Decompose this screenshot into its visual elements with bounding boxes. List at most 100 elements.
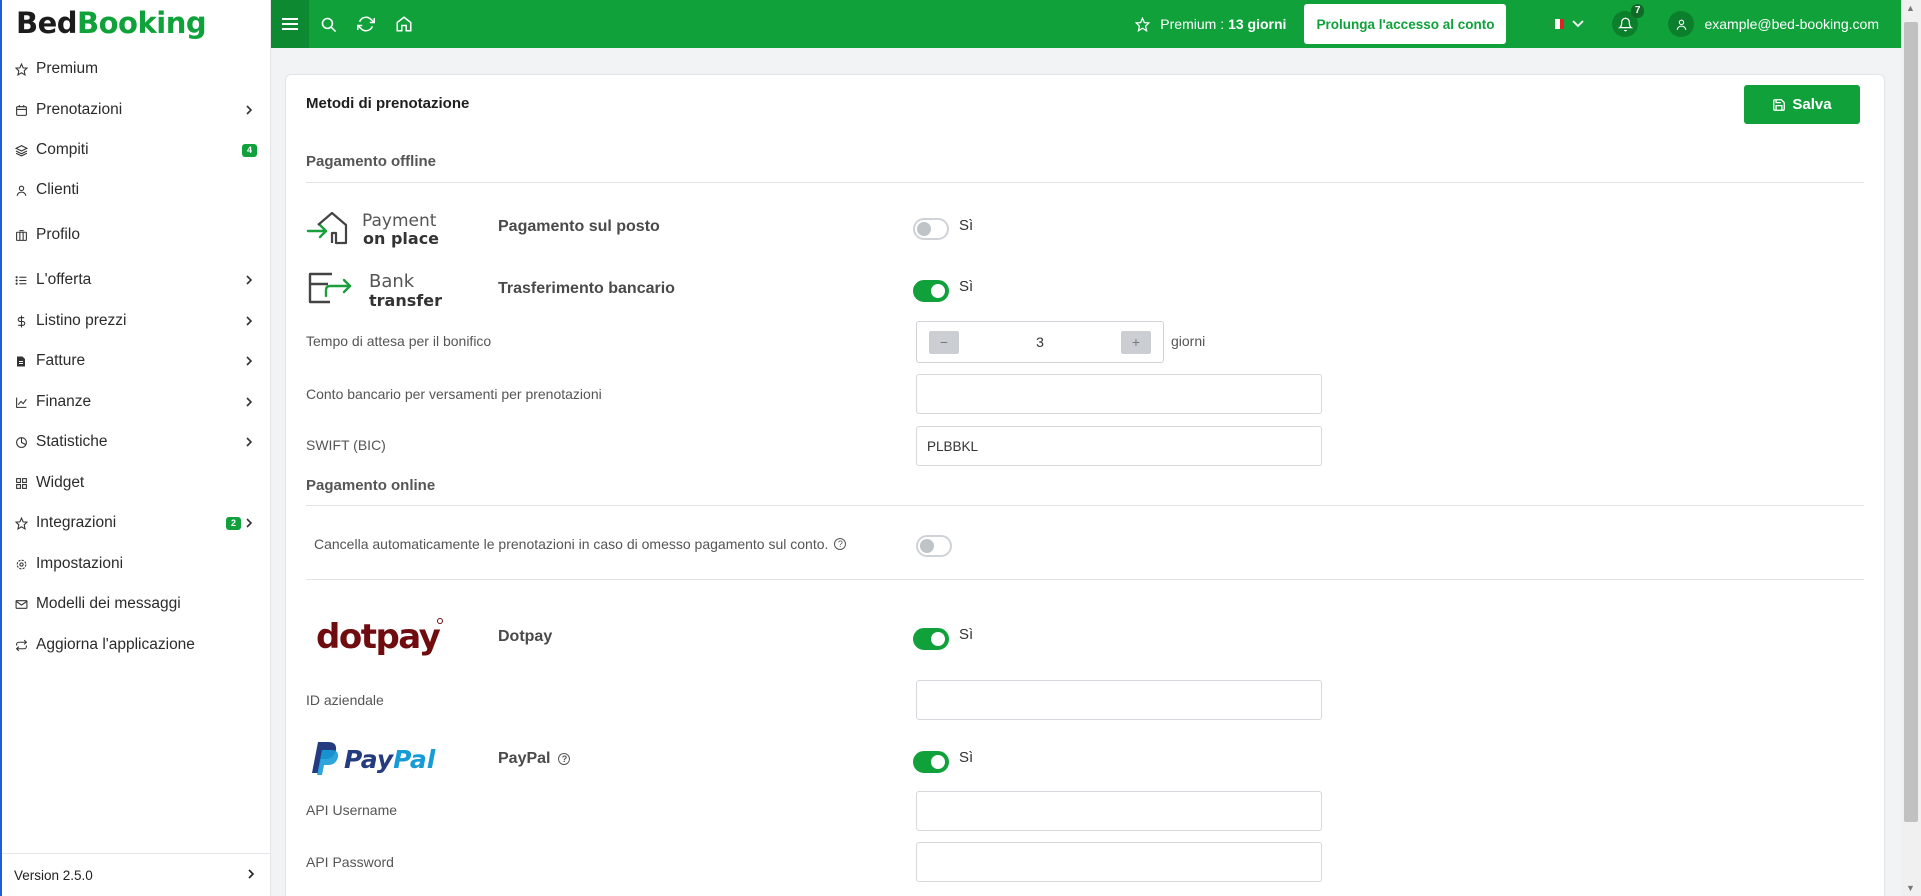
sidebar-item-label: L'offerta: [36, 271, 92, 288]
svg-text:transfer: transfer: [369, 291, 442, 310]
extend-access-button[interactable]: Prolunga l'accesso al conto: [1304, 4, 1507, 44]
wait-time-stepper: − 3 +: [916, 321, 1164, 363]
api-username-input[interactable]: [916, 791, 1322, 831]
dotpay-logo: dotpay: [306, 615, 446, 662]
app-logo[interactable]: BedBooking: [2, 0, 270, 46]
paypal-toggle[interactable]: [913, 751, 949, 773]
layers-icon: [14, 143, 28, 157]
logo-text-bed: Bed: [16, 6, 78, 40]
premium-status[interactable]: Premium : 13 giorni: [1135, 16, 1286, 32]
sidebar-item-clienti[interactable]: Clienti: [2, 171, 271, 209]
page-scrollbar[interactable]: ▲ ▼: [1901, 0, 1921, 896]
notifications-count: 7: [1630, 4, 1645, 18]
sidebar-item-modelli-messaggi[interactable]: Modelli dei messaggi: [2, 585, 271, 623]
api-username-label: API Username: [306, 802, 398, 818]
sidebar-item-label: Statistiche: [36, 433, 108, 450]
sidebar-item-finanze[interactable]: Finanze: [2, 383, 271, 421]
sidebar-item-integrazioni[interactable]: Integrazioni 2: [2, 504, 271, 542]
dotpay-toggle-label: Sì: [959, 626, 974, 643]
sidebar-item-compiti[interactable]: Compiti 4: [2, 131, 271, 169]
count-badge: 2: [225, 517, 241, 530]
api-password-input[interactable]: [916, 842, 1322, 882]
dotpay-name: Dotpay: [498, 628, 553, 645]
bank-transfer-toggle[interactable]: [913, 280, 949, 302]
count-badge: 4: [241, 144, 257, 157]
help-icon[interactable]: ?: [558, 753, 571, 765]
sidebar-item-label: Fatture: [36, 352, 86, 369]
increment-button[interactable]: +: [1120, 330, 1151, 354]
home-icon: [396, 16, 412, 32]
divider: [306, 579, 1864, 580]
auto-cancel-text: Cancella automaticamente le prenotazioni…: [314, 536, 829, 552]
italian-flag-icon: [1550, 19, 1565, 29]
sidebar-item-label: Integrazioni: [36, 514, 117, 531]
payment-on-place-logo: Payment on place: [306, 207, 450, 252]
sidebar-item-impostazioni[interactable]: Impostazioni: [2, 545, 271, 583]
help-icon[interactable]: ?: [834, 538, 847, 550]
divider: [306, 505, 1864, 506]
chevron-right-icon: [247, 868, 255, 883]
sidebar-item-fatture[interactable]: Fatture: [2, 342, 271, 380]
bank-transfer-toggle-label: Sì: [959, 278, 974, 295]
sidebar-item-widget[interactable]: Widget: [2, 464, 271, 502]
refresh-button[interactable]: [347, 0, 385, 48]
version-footer[interactable]: Version 2.5.0: [2, 853, 271, 896]
gear-icon: [14, 557, 28, 571]
scroll-up-icon[interactable]: ▲: [1906, 3, 1915, 13]
divider: [306, 182, 1864, 183]
sidebar-item-aggiorna[interactable]: Aggiorna l'applicazione: [2, 626, 271, 664]
sidebar-item-prenotazioni[interactable]: Prenotazioni: [2, 91, 271, 129]
language-selector[interactable]: [1550, 19, 1585, 29]
payment-on-place-toggle[interactable]: [913, 218, 949, 240]
menu-toggle-button[interactable]: [271, 0, 309, 48]
invoice-icon: [14, 354, 28, 368]
user-icon: [14, 183, 28, 197]
home-button[interactable]: [385, 0, 423, 48]
hamburger-icon: [282, 18, 298, 30]
sidebar-item-label: Listino prezzi: [36, 312, 127, 329]
decrement-button[interactable]: −: [929, 330, 959, 354]
auto-cancel-toggle[interactable]: [916, 535, 952, 557]
sidebar-item-label: Compiti: [36, 141, 89, 158]
wait-time-value[interactable]: 3: [1036, 334, 1044, 350]
search-icon: [321, 17, 336, 32]
scrollbar-thumb[interactable]: [1904, 22, 1918, 822]
star-icon: [14, 62, 28, 76]
search-button[interactable]: [309, 0, 347, 48]
sidebar-item-statistiche[interactable]: Statistiche: [2, 423, 271, 461]
chevron-right-icon: [245, 314, 253, 330]
dotpay-toggle[interactable]: [913, 628, 949, 650]
paypal-name-text: PayPal: [498, 750, 551, 767]
company-id-input[interactable]: [916, 680, 1322, 720]
sidebar-item-label: Prenotazioni: [36, 101, 123, 118]
page-title: Metodi di prenotazione: [306, 95, 470, 112]
scroll-down-icon[interactable]: ▼: [1906, 883, 1915, 893]
sidebar-item-profilo[interactable]: Profilo: [2, 216, 271, 254]
bank-account-input[interactable]: [916, 374, 1322, 414]
notifications-button[interactable]: 7: [1612, 4, 1645, 37]
save-label: Salva: [1792, 96, 1832, 113]
paypal-toggle-label: Sì: [959, 749, 974, 766]
save-button[interactable]: Salva: [1744, 85, 1860, 124]
paypal-logo: PayPal: [306, 739, 446, 780]
sidebar-item-premium[interactable]: Premium: [2, 50, 271, 88]
bank-account-label: Conto bancario per versamenti per prenot…: [306, 386, 602, 402]
pie-icon: [14, 435, 28, 449]
svg-text:PayPal: PayPal: [344, 745, 436, 774]
paypal-name: PayPal ?: [498, 750, 571, 768]
star-icon: [14, 516, 28, 530]
chart-icon: [14, 395, 28, 409]
sidebar-item-offerta[interactable]: L'offerta: [2, 261, 271, 299]
bank-transfer-logo: Bank transfer: [306, 268, 450, 313]
swift-input[interactable]: PLBBKL: [916, 426, 1322, 466]
chevron-right-icon: [245, 273, 253, 289]
payment-on-place-name: Pagamento sul posto: [498, 218, 660, 235]
swift-label: SWIFT (BIC): [306, 437, 386, 453]
version-label: Version 2.5.0: [14, 867, 93, 883]
svg-text:Payment: Payment: [362, 211, 437, 231]
sidebar-item-label: Profilo: [36, 226, 80, 243]
svg-text:on place: on place: [363, 229, 439, 248]
user-menu[interactable]: example@bed-booking.com: [1668, 11, 1879, 37]
sidebar-item-listino-prezzi[interactable]: Listino prezzi: [2, 302, 271, 340]
chevron-right-icon: [245, 516, 253, 532]
